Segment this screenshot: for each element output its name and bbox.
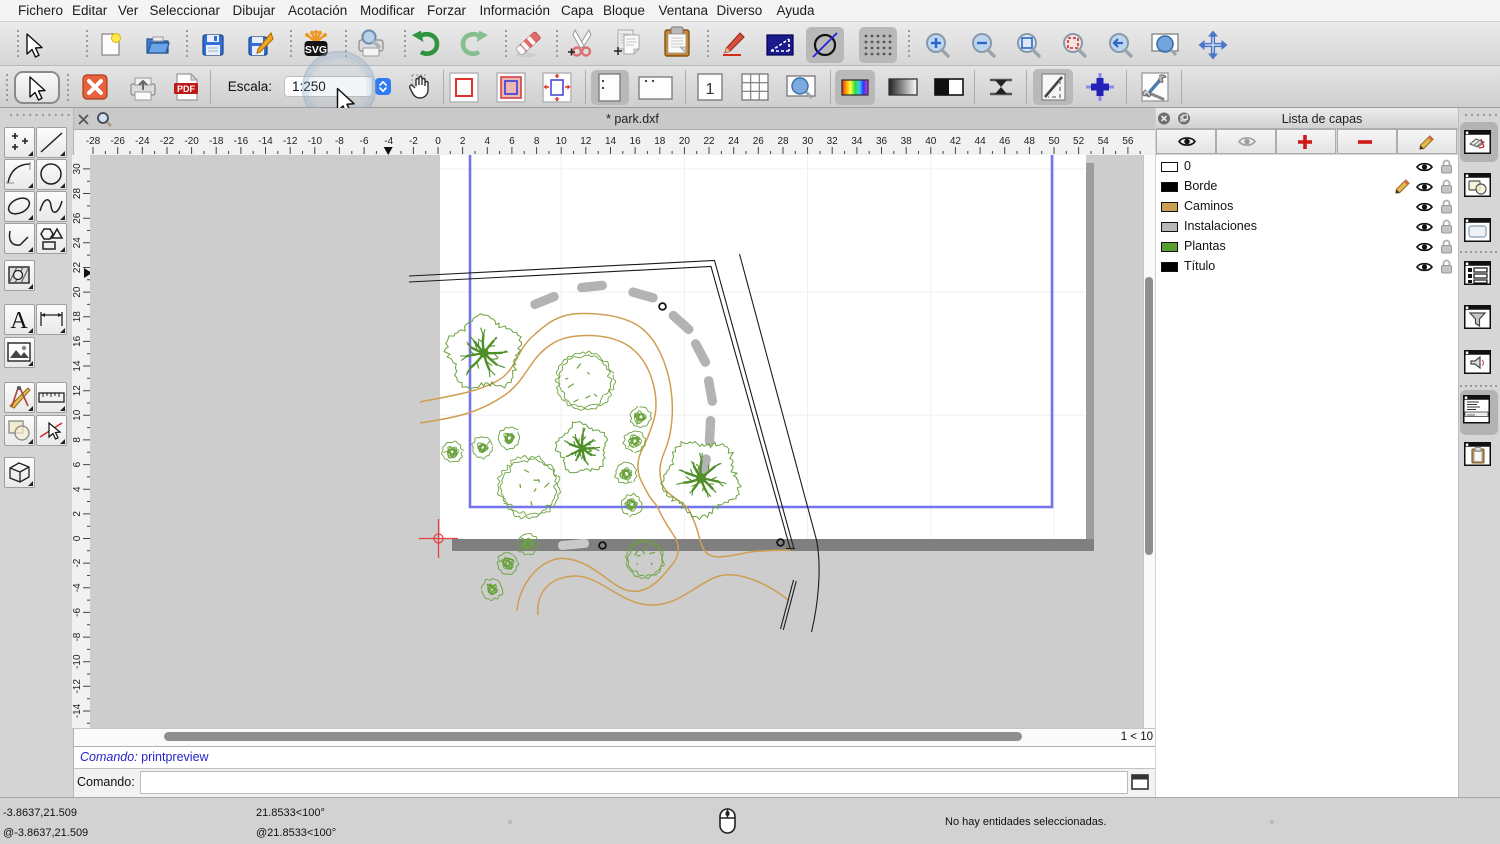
svg-text:30: 30 <box>802 136 814 147</box>
svg-text:24: 24 <box>72 237 83 249</box>
svg-text:-24: -24 <box>135 136 150 147</box>
svg-text:2: 2 <box>460 136 466 147</box>
svg-text:-26: -26 <box>110 136 125 147</box>
svg-text:56: 56 <box>1122 136 1134 147</box>
svg-text:44: 44 <box>975 136 987 147</box>
svg-text:20: 20 <box>72 286 83 298</box>
svg-text:-16: -16 <box>234 136 249 147</box>
svg-text:26: 26 <box>72 212 83 224</box>
svg-text:-6: -6 <box>72 608 83 617</box>
svg-text:4: 4 <box>485 136 491 147</box>
svg-text:14: 14 <box>605 136 617 147</box>
svg-text:18: 18 <box>654 136 666 147</box>
svg-text:-14: -14 <box>72 703 83 718</box>
svg-text:-28: -28 <box>86 136 101 147</box>
svg-text:14: 14 <box>72 360 83 372</box>
svg-text:30: 30 <box>72 163 83 175</box>
svg-text:-8: -8 <box>335 136 344 147</box>
svg-text:12: 12 <box>72 385 83 397</box>
svg-text:40: 40 <box>925 136 937 147</box>
svg-text:10: 10 <box>72 409 83 421</box>
svg-text:-2: -2 <box>409 136 418 147</box>
svg-text:20: 20 <box>679 136 691 147</box>
svg-text:8: 8 <box>534 136 540 147</box>
svg-text:54: 54 <box>1098 136 1110 147</box>
svg-text:24: 24 <box>728 136 740 147</box>
svg-text:50: 50 <box>1048 136 1060 147</box>
svg-text:52: 52 <box>1073 136 1085 147</box>
svg-text:36: 36 <box>876 136 888 147</box>
svg-text:1: 1 <box>706 81 715 98</box>
svg-text:4: 4 <box>72 486 83 492</box>
svg-text:16: 16 <box>72 335 83 347</box>
svg-text:-6: -6 <box>360 136 369 147</box>
svg-text:-10: -10 <box>308 136 323 147</box>
svg-text:-12: -12 <box>283 136 298 147</box>
svg-text:28: 28 <box>777 136 789 147</box>
svg-text:28: 28 <box>72 188 83 200</box>
svg-text:10: 10 <box>556 136 568 147</box>
svg-text:-20: -20 <box>184 136 199 147</box>
svg-text:22: 22 <box>72 262 83 274</box>
svg-text:A: A <box>10 308 28 334</box>
svg-text:48: 48 <box>1024 136 1036 147</box>
svg-text:0: 0 <box>72 535 83 541</box>
svg-text:-2: -2 <box>72 558 83 567</box>
svg-text:26: 26 <box>753 136 765 147</box>
svg-text:-22: -22 <box>160 136 175 147</box>
svg-text:6: 6 <box>509 136 515 147</box>
svg-text:22: 22 <box>703 136 715 147</box>
svg-text:-12: -12 <box>72 679 83 694</box>
svg-text:8: 8 <box>72 437 83 443</box>
svg-text:34: 34 <box>851 136 863 147</box>
svg-text:2: 2 <box>72 511 83 517</box>
svg-text:-8: -8 <box>72 632 83 641</box>
svg-text:46: 46 <box>999 136 1011 147</box>
svg-text:PDF: PDF <box>177 84 196 94</box>
svg-text:32: 32 <box>827 136 839 147</box>
svg-text:16: 16 <box>630 136 642 147</box>
svg-text:18: 18 <box>72 311 83 323</box>
svg-text:12: 12 <box>580 136 592 147</box>
svg-text:-4: -4 <box>72 583 83 592</box>
svg-text:6: 6 <box>72 461 83 467</box>
svg-text:-4: -4 <box>384 136 393 147</box>
svg-text:-18: -18 <box>209 136 224 147</box>
svg-text:-10: -10 <box>72 654 83 669</box>
svg-text:0: 0 <box>435 136 441 147</box>
svg-text:38: 38 <box>901 136 913 147</box>
svg-text:42: 42 <box>950 136 962 147</box>
svg-text:-14: -14 <box>258 136 273 147</box>
